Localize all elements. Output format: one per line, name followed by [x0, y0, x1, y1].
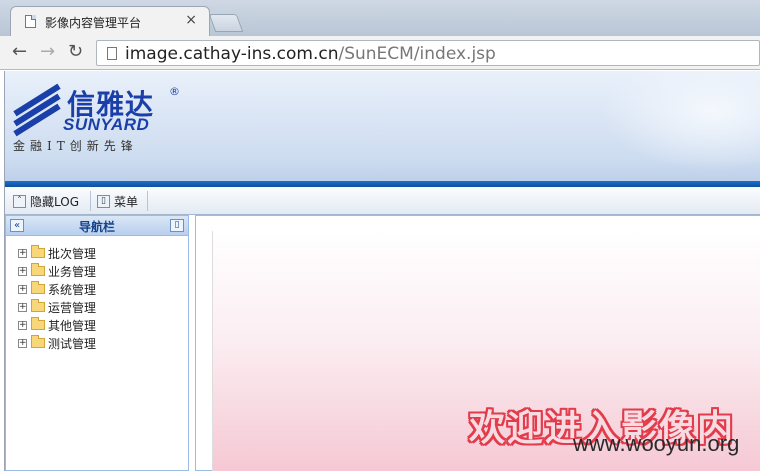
header-banner: 信雅达 ® SUNYARD 金融IT创新先锋: [5, 71, 760, 181]
reload-icon[interactable]: ↻: [68, 41, 83, 63]
hide-log-label: 隐藏LOG: [30, 194, 80, 209]
double-up-icon: ˄: [13, 194, 26, 208]
menubar-separator: [147, 191, 148, 211]
folder-icon: [31, 245, 45, 258]
close-icon[interactable]: ×: [185, 12, 197, 28]
sidebar-header: 导航栏 « ▯: [6, 216, 188, 236]
url-host: image.cathay-ins.com.cn: [125, 44, 339, 64]
main-content: 欢迎进入影像内 www.wooyun.org: [195, 215, 760, 471]
tree-item-label: 运营管理: [48, 300, 97, 315]
tab-title: 影像内容管理平台: [45, 16, 142, 30]
folder-icon: [31, 299, 45, 312]
watermark: www.wooyun.org: [573, 431, 740, 456]
tree-item-business[interactable]: + 业务管理: [18, 262, 96, 280]
web-page: 信雅达 ® SUNYARD 金融IT创新先锋 ˄ 隐藏LOG ▯ 菜单 导航栏 …: [4, 71, 760, 471]
tree-item-test[interactable]: + 测试管理: [18, 334, 96, 352]
page-icon: [25, 15, 36, 28]
logo-english: SUNYARD: [63, 115, 150, 134]
expand-icon[interactable]: +: [18, 320, 27, 330]
menubar: ˄ 隐藏LOG ▯ 菜单: [5, 187, 760, 215]
tree-item-batch[interactable]: + 批次管理: [18, 244, 96, 262]
folder-icon: [31, 263, 45, 276]
welcome-panel: 欢迎进入影像内 www.wooyun.org: [212, 231, 760, 471]
nav-sidebar: 导航栏 « ▯ + 批次管理 + 业务管理 + 系统管理 + 运营管理 + 其他…: [5, 215, 189, 471]
tree-item-operations[interactable]: + 运营管理: [18, 298, 96, 316]
pin-icon: ▯: [97, 194, 110, 208]
sidebar-title: 导航栏: [78, 220, 115, 234]
url-path: /SunECM/index.jsp: [338, 44, 496, 64]
collapse-left-icon[interactable]: «: [10, 219, 24, 232]
tree-item-system[interactable]: + 系统管理: [18, 280, 96, 298]
logo-mark-icon: [9, 83, 63, 137]
tree-item-label: 测试管理: [48, 336, 97, 351]
expand-icon[interactable]: +: [18, 248, 27, 258]
document-icon: [107, 47, 117, 60]
tree-item-label: 业务管理: [48, 264, 97, 279]
tree-item-label: 系统管理: [48, 282, 97, 297]
new-tab-button[interactable]: [208, 14, 244, 32]
expand-icon[interactable]: +: [18, 284, 27, 294]
menu-button[interactable]: ▯ 菜单: [97, 191, 138, 211]
world-map-graphic: [601, 71, 760, 171]
address-bar[interactable]: image.cathay-ins.com.cn/SunECM/index.jsp: [96, 40, 760, 66]
browser-toolbar: ← → ↻ image.cathay-ins.com.cn/SunECM/ind…: [0, 36, 760, 70]
slogan: 金融IT创新先锋: [13, 139, 138, 153]
folder-icon: [31, 317, 45, 330]
browser-tabstrip: 影像内容管理平台 ×: [0, 0, 760, 36]
nav-tree: + 批次管理 + 业务管理 + 系统管理 + 运营管理 + 其他管理 + 测试管…: [18, 244, 96, 352]
registered-mark: ®: [169, 85, 180, 98]
tree-item-other[interactable]: + 其他管理: [18, 316, 96, 334]
expand-icon[interactable]: +: [18, 266, 27, 276]
url-text: image.cathay-ins.com.cn/SunECM/index.jsp: [125, 44, 496, 64]
menubar-separator: [90, 191, 91, 211]
folder-icon: [31, 335, 45, 348]
hide-log-button[interactable]: ˄ 隐藏LOG: [13, 191, 79, 211]
expand-icon[interactable]: +: [18, 302, 27, 312]
browser-tab[interactable]: 影像内容管理平台 ×: [10, 6, 210, 36]
forward-arrow-icon[interactable]: →: [40, 41, 55, 63]
expand-icon[interactable]: +: [18, 338, 27, 348]
pin-icon[interactable]: ▯: [170, 219, 184, 232]
tree-item-label: 批次管理: [48, 246, 97, 261]
back-arrow-icon[interactable]: ←: [12, 41, 27, 63]
menu-label: 菜单: [114, 194, 139, 209]
folder-icon: [31, 281, 45, 294]
tree-item-label: 其他管理: [48, 318, 97, 333]
